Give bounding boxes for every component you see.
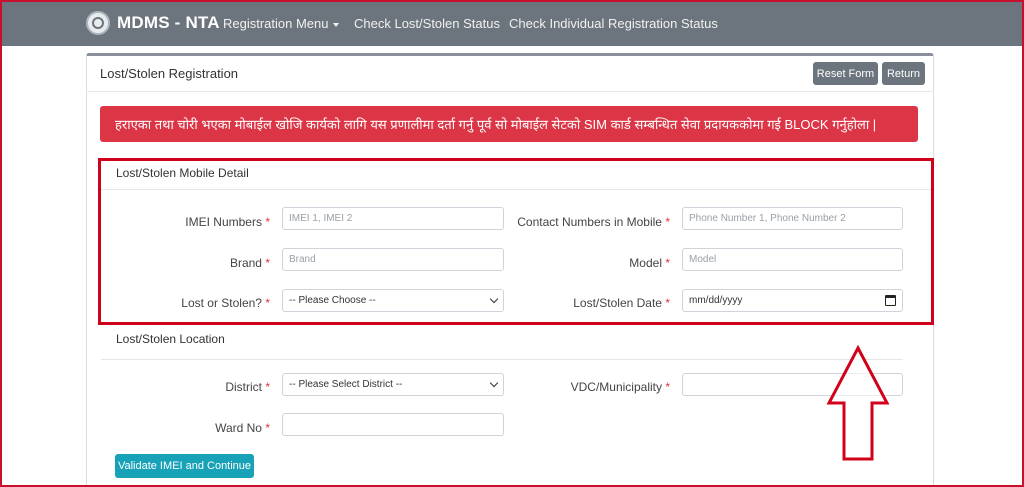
reset-form-button[interactable]: Reset Form	[813, 62, 878, 85]
brand-label: Brand *	[229, 256, 270, 270]
imei-label: IMEI Numbers *	[185, 215, 270, 229]
date-value: mm/dd/yyyy	[689, 295, 743, 306]
model-input[interactable]: Model	[682, 248, 903, 271]
imei-input[interactable]: IMEI 1, IMEI 2	[282, 207, 504, 230]
lost-or-stolen-label: Lost or Stolen? *	[181, 296, 270, 310]
nav-registration-menu[interactable]: Registration Menu	[223, 16, 339, 31]
lost-or-stolen-select[interactable]: -- Please Choose --	[282, 289, 504, 312]
district-select[interactable]: -- Please Select District --	[282, 373, 504, 396]
brand-title: MDMS - NTA	[117, 13, 220, 32]
vdc-municipality-label: VDC/Municipality *	[570, 380, 670, 394]
ward-no-input[interactable]	[282, 413, 504, 436]
lost-stolen-date-input[interactable]: mm/dd/yyyy	[682, 289, 903, 312]
lost-stolen-date-label: Lost/Stolen Date *	[573, 296, 670, 310]
divider	[101, 189, 931, 190]
brand[interactable]: MDMS - NTA	[86, 11, 220, 35]
mobile-detail-title: Lost/Stolen Mobile Detail	[116, 166, 249, 180]
location-title: Lost/Stolen Location	[116, 332, 225, 346]
nav-registration-menu-label: Registration Menu	[223, 16, 329, 31]
contact-numbers-input[interactable]: Phone Number 1, Phone Number 2	[682, 207, 903, 230]
return-button[interactable]: Return	[882, 62, 925, 85]
caret-down-icon	[332, 22, 339, 27]
chevron-down-icon	[489, 294, 499, 304]
contact-numbers-label: Contact Numbers in Mobile *	[517, 215, 670, 229]
validate-imei-button[interactable]: Validate IMEI and Continue	[115, 454, 254, 478]
up-arrow-icon	[826, 345, 890, 461]
page-title: Lost/Stolen Registration	[100, 66, 239, 81]
chevron-down-icon	[489, 378, 499, 388]
brand-input[interactable]: Brand	[282, 248, 504, 271]
nav-check-lost-stolen-status[interactable]: Check Lost/Stolen Status	[354, 16, 500, 31]
sim-block-alert: हराएका तथा चोरी भएका मोबाईल खोजि कार्यको…	[100, 106, 918, 142]
divider	[101, 359, 903, 360]
model-label: Model *	[629, 256, 670, 270]
district-label: District *	[225, 380, 270, 394]
top-navbar: MDMS - NTA Registration Menu Check Lost/…	[0, 0, 1024, 46]
district-value: -- Please Select District --	[289, 379, 403, 390]
lost-or-stolen-value: -- Please Choose --	[289, 295, 376, 306]
calendar-icon[interactable]	[885, 295, 896, 306]
ward-no-label: Ward No *	[215, 421, 270, 435]
nta-logo-icon	[86, 11, 110, 35]
nav-check-individual-registration-status[interactable]: Check Individual Registration Status	[509, 16, 718, 31]
